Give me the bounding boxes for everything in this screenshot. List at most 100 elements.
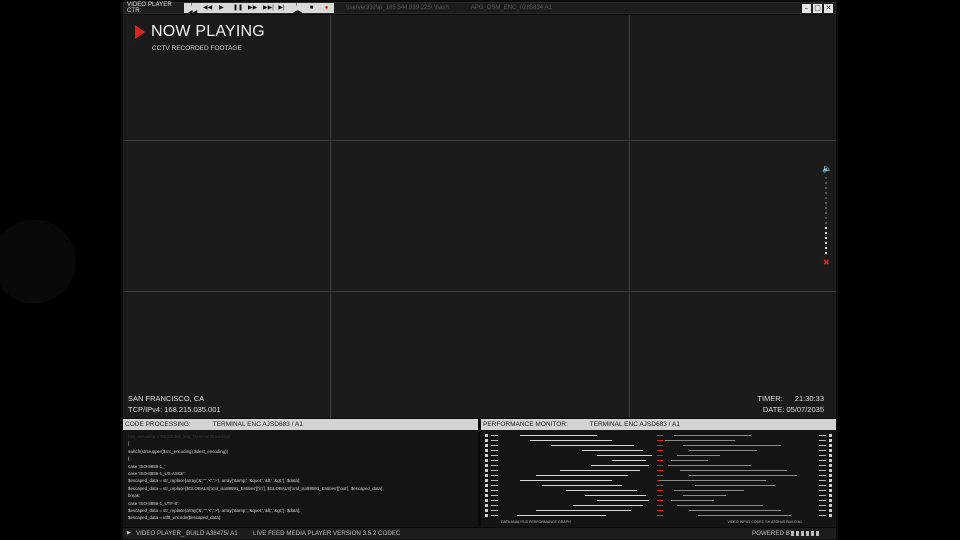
grid-line — [330, 15, 331, 418]
perf-lt — [491, 495, 498, 496]
grid-line — [629, 15, 630, 418]
now-playing-subtitle: CCTV RECORDED FOOTAGE — [152, 45, 242, 52]
perf-bar — [612, 460, 647, 461]
perf-right-footer: VIDEO INPUT CODEC SH ATGH4S BUILD A1 — [727, 520, 802, 524]
perf-rt — [819, 485, 826, 486]
perf-rsq — [829, 504, 832, 507]
minimize-icon[interactable]: – — [802, 4, 811, 13]
mute-icon[interactable]: ✖ — [823, 259, 832, 267]
perf-row — [485, 464, 832, 468]
perf-panel-header: PERFORMANCE MONITOR: TERMINAL ENC AJSD683… — [481, 419, 836, 430]
volume-step[interactable] — [825, 247, 827, 249]
perf-rt — [819, 500, 826, 501]
perf-rsq — [829, 439, 832, 442]
perf-bar — [535, 510, 631, 511]
grid-line — [123, 140, 836, 141]
perf-bar — [658, 480, 766, 481]
perf-bar — [535, 475, 628, 476]
volume-slider[interactable] — [825, 177, 832, 254]
perf-lsq — [485, 459, 488, 462]
perf-bar — [566, 490, 637, 491]
code-panel-header: CODE PROCESSING: TERMINAL ENC AJSD683 / A… — [123, 419, 478, 430]
perf-lt — [491, 455, 498, 456]
perf-rsq — [829, 489, 832, 492]
volume-control[interactable]: 🔈 ✖ — [822, 165, 832, 267]
perf-lsq — [485, 444, 488, 447]
close-icon[interactable]: ✕ — [824, 4, 833, 13]
code-line: case 'ISO-8859-1_UTF-8': — [128, 500, 179, 506]
perf-bar — [584, 495, 647, 496]
volume-step[interactable] — [825, 197, 827, 199]
perf-lt — [491, 515, 498, 516]
maximize-icon[interactable]: ▢ — [813, 4, 822, 13]
perf-bar — [572, 505, 644, 506]
volume-step[interactable] — [825, 182, 827, 184]
perf-mark — [657, 465, 663, 466]
perf-mark — [657, 445, 663, 446]
step-forward-icon[interactable]: ▶| — [278, 3, 285, 13]
tcp-address: TCP/IPv4: 168.215.035.001 — [128, 405, 221, 414]
video-viewport[interactable]: NOW PLAYING CCTV RECORDED FOOTAGE 🔈 ✖ SA… — [123, 15, 836, 418]
perf-rt — [819, 450, 826, 451]
volume-step[interactable] — [825, 227, 827, 229]
code-line: case 'ISO-8859-1_US-ASCII': — [128, 471, 186, 477]
timer-info: TIMER: 21:30:33 DATE: 05/07/2035 — [757, 393, 824, 415]
perf-lt — [491, 440, 498, 441]
perf-rsq — [829, 494, 832, 497]
perf-rt — [819, 465, 826, 466]
volume-step[interactable] — [825, 217, 827, 219]
perf-left-footer: DATA ANALYSIS PERFORMANCE GRAPH — [501, 520, 571, 524]
version-label: LIVE FEED MEDIA PLAYER VERSION 3.5.2 COD… — [253, 530, 401, 537]
perf-rt — [819, 435, 826, 436]
perf-row — [485, 504, 832, 508]
perf-row — [485, 454, 832, 458]
code-line: { — [128, 456, 130, 462]
pause-icon[interactable]: ❚❚ — [233, 3, 243, 13]
volume-step[interactable] — [825, 237, 827, 239]
perf-mark — [657, 510, 663, 511]
perf-bar — [670, 500, 714, 501]
perf-rsq — [829, 469, 832, 472]
perf-lsq — [485, 499, 488, 502]
perf-rsq — [829, 484, 832, 487]
perf-mark — [657, 455, 663, 456]
volume-step[interactable] — [825, 202, 827, 204]
record-icon[interactable]: ● — [323, 3, 330, 13]
perf-lt — [491, 465, 498, 466]
perf-row — [485, 444, 832, 448]
volume-step[interactable] — [825, 222, 827, 224]
volume-step[interactable] — [825, 252, 827, 254]
volume-step[interactable] — [825, 192, 827, 194]
code-panel-terminal: TERMINAL ENC AJSD683 / A1 — [212, 421, 303, 428]
now-playing: NOW PLAYING — [135, 23, 265, 41]
fast-forward-icon[interactable]: ▶▶ — [248, 3, 257, 13]
code-line: break; — [128, 493, 141, 499]
perf-lsq — [485, 514, 488, 517]
perf-bar — [560, 470, 641, 471]
volume-step[interactable] — [825, 242, 827, 244]
play-icon[interactable]: ▶ — [218, 3, 225, 13]
rewind-icon[interactable]: ◀◀ — [203, 3, 212, 13]
perf-lsq — [485, 504, 488, 507]
volume-step[interactable] — [825, 177, 827, 179]
codec-label: APG_OSM_ENC_0285834 A1 — [470, 5, 552, 11]
stop-icon[interactable]: ■ — [308, 3, 315, 13]
perf-bar — [667, 465, 751, 466]
perf-bar — [683, 445, 782, 446]
volume-step[interactable] — [825, 187, 827, 189]
volume-step[interactable] — [825, 207, 827, 209]
perf-lsq — [485, 494, 488, 497]
perf-lt — [491, 445, 498, 446]
perf-rsq — [829, 454, 832, 457]
volume-step[interactable] — [825, 232, 827, 234]
perf-mark — [657, 440, 663, 441]
perf-lt — [491, 450, 498, 451]
perf-lsq — [485, 449, 488, 452]
perf-bar — [676, 505, 763, 506]
next-chapter-icon[interactable]: ▶▶| — [263, 3, 274, 13]
perf-row — [485, 479, 832, 483]
perf-lt — [491, 470, 498, 471]
volume-step[interactable] — [825, 212, 827, 214]
code-line: switch(strtoupper($src_encoding) $dest_e… — [128, 448, 229, 454]
speaker-icon[interactable]: 🔈 — [822, 165, 832, 173]
